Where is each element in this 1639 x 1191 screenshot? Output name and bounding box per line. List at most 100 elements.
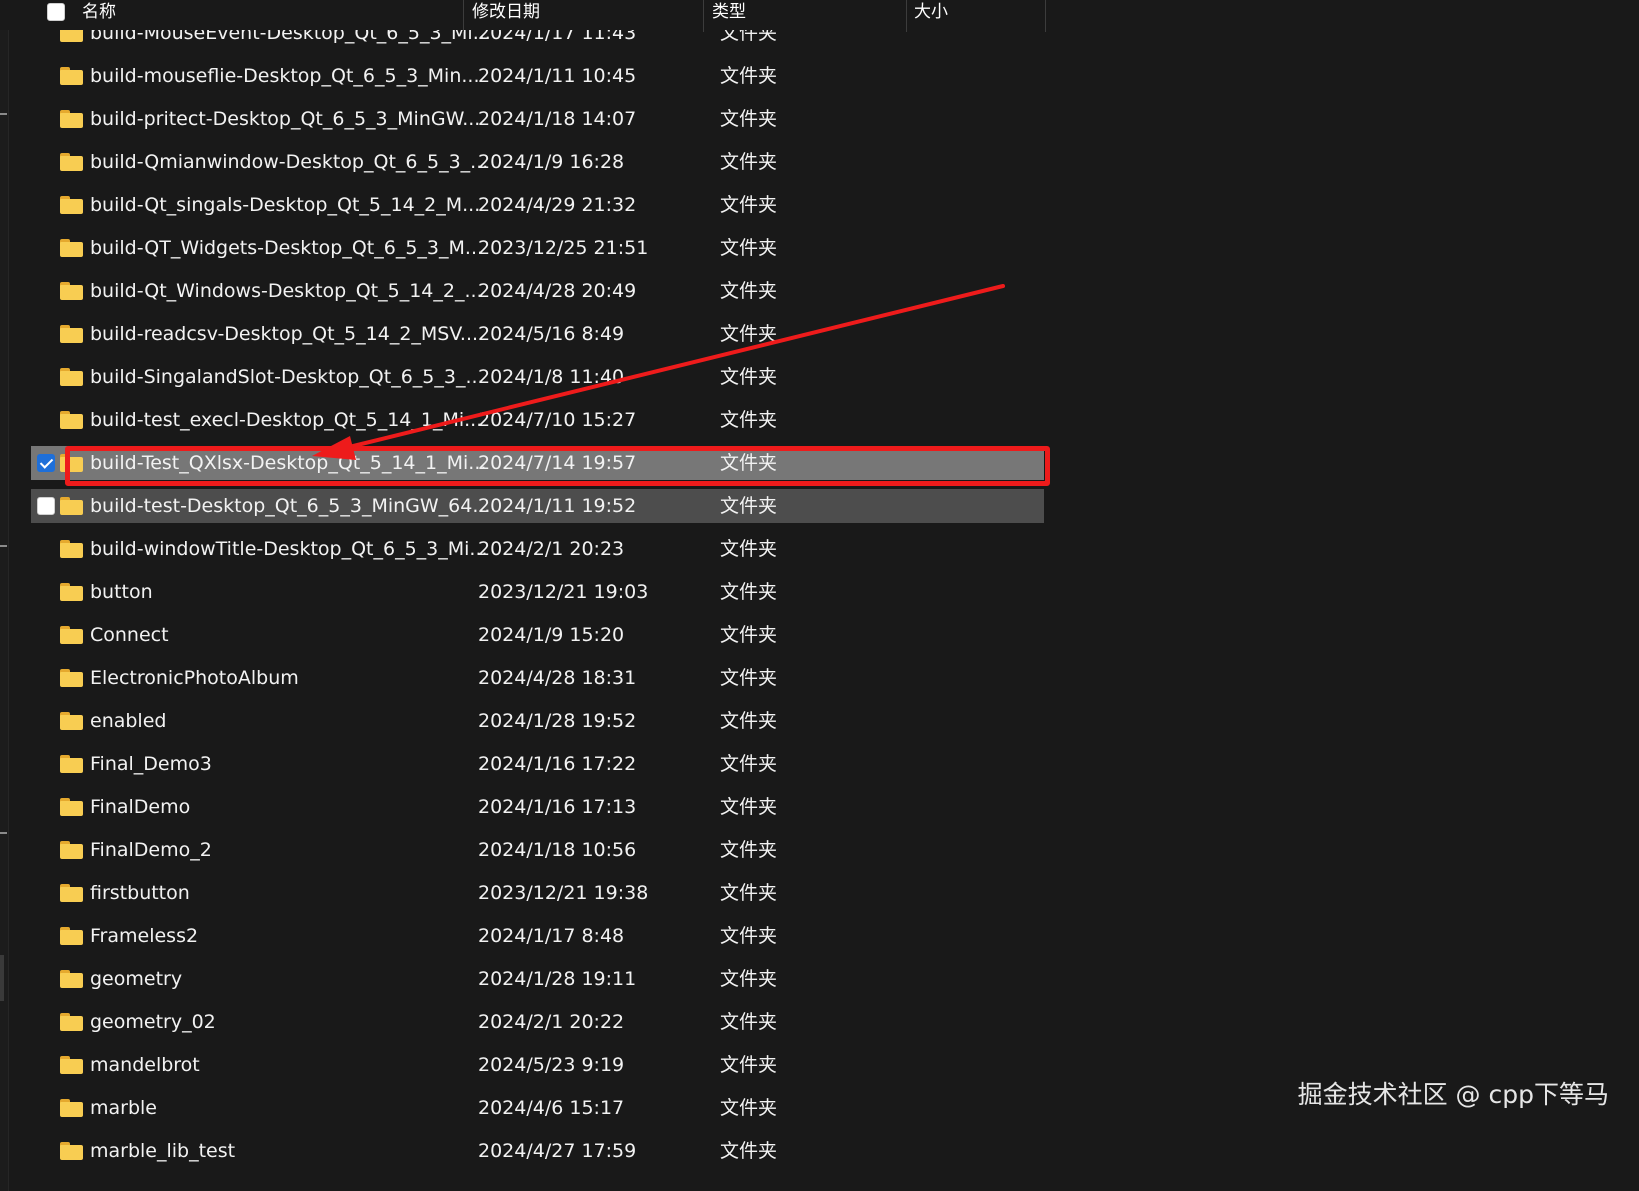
table-row[interactable]: build-mouseflie-Desktop_Qt_6_5_3_Min... 2… [31,59,1044,93]
file-name[interactable]: mandelbrot [90,1048,200,1082]
folder-icon [60,583,83,601]
modified-date: 2024/1/18 10:56 [478,839,637,861]
table-row[interactable]: build-pritect-Desktop_Qt_6_5_3_MinGW... 2… [31,102,1044,136]
table-row[interactable]: build-Qt_Windows-Desktop_Qt_5_14_2_... 20… [31,274,1044,308]
column-divider[interactable] [463,0,464,32]
row-checkbox[interactable] [37,454,55,472]
table-row[interactable]: build-windowTitle-Desktop_Qt_6_5_3_Mi...… [31,532,1044,566]
file-type: 文件夹 [720,1140,778,1162]
table-row[interactable]: marble 2024/4/6 15:17 文件夹 [31,1091,1044,1125]
file-name[interactable]: build-QT_Widgets-Desktop_Qt_6_5_3_M... [90,231,483,265]
table-row[interactable]: marble_lib_test 2024/4/27 17:59 文件夹 [31,1134,1044,1168]
table-row[interactable]: build-QT_Widgets-Desktop_Qt_6_5_3_M... 20… [31,231,1044,265]
modified-date: 2024/1/16 17:22 [478,753,637,775]
file-name[interactable]: build-test_execl-Desktop_Qt_5_14_1_Mi... [90,403,482,437]
file-name[interactable]: build-Qt_singals-Desktop_Qt_5_14_2_M... [90,188,480,222]
file-type: 文件夹 [720,1097,778,1119]
file-name[interactable]: Frameless2 [90,919,198,953]
table-row[interactable]: build-test-Desktop_Qt_6_5_3_MinGW_64... 2… [31,489,1044,523]
table-row[interactable]: build-Qt_singals-Desktop_Qt_5_14_2_M... 2… [31,188,1044,222]
row-checkbox[interactable] [37,497,55,515]
column-divider[interactable] [703,0,704,32]
column-type-header[interactable]: 类型 [712,0,892,30]
file-name[interactable]: Connect [90,618,169,652]
file-type: 文件夹 [720,409,778,431]
select-all-checkbox[interactable] [47,3,65,21]
column-date-header[interactable]: 修改日期 [472,0,692,30]
modified-date: 2024/1/11 10:45 [478,65,637,87]
table-row[interactable]: enabled 2024/1/28 19:52 文件夹 [31,704,1044,738]
file-name[interactable]: firstbutton [90,876,190,910]
modified-date: 2024/1/9 15:20 [478,624,625,646]
modified-date: 2024/4/28 18:31 [478,667,637,689]
folder-icon [60,1056,83,1074]
table-row[interactable]: geometry_02 2024/2/1 20:22 文件夹 [31,1005,1044,1039]
file-type: 文件夹 [720,925,778,947]
folder-icon [60,927,83,945]
table-row[interactable]: FinalDemo 2024/1/16 17:13 文件夹 [31,790,1044,824]
folder-icon [60,411,83,429]
modified-date: 2024/2/1 20:23 [478,538,625,560]
file-name[interactable]: ElectronicPhotoAlbum [90,661,299,695]
file-type: 文件夹 [720,667,778,689]
table-row[interactable]: build-Qmianwindow-Desktop_Qt_6_5_3_... 20… [31,145,1044,179]
modified-date: 2024/1/16 17:13 [478,796,637,818]
file-type: 文件夹 [720,237,778,259]
folder-icon [60,712,83,730]
modified-date: 2023/12/21 19:03 [478,581,649,603]
modified-date: 2024/4/27 17:59 [478,1140,637,1162]
folder-icon [60,196,83,214]
file-type: 文件夹 [720,366,778,388]
file-name[interactable]: build-readcsv-Desktop_Qt_5_14_2_MSV... [90,317,478,351]
column-size-header[interactable]: 大小 [914,0,1034,30]
file-name[interactable]: marble [90,1091,157,1125]
file-type: 文件夹 [720,624,778,646]
table-row[interactable]: Frameless2 2024/1/17 8:48 文件夹 [31,919,1044,953]
file-type: 文件夹 [720,65,778,87]
table-row[interactable]: build-test_execl-Desktop_Qt_5_14_1_Mi...… [31,403,1044,437]
file-name[interactable]: build-Qt_Windows-Desktop_Qt_5_14_2_... [90,274,483,308]
file-name[interactable]: button [90,575,153,609]
table-row[interactable]: geometry 2024/1/28 19:11 文件夹 [31,962,1044,996]
file-name[interactable]: geometry_02 [90,1005,216,1039]
column-name-header[interactable]: 名称 [82,0,462,30]
folder-icon [60,368,83,386]
file-type: 文件夹 [720,194,778,216]
file-type: 文件夹 [720,1054,778,1076]
table-row[interactable]: Final_Demo3 2024/1/16 17:22 文件夹 [31,747,1044,781]
modified-date: 2024/5/16 8:49 [478,323,625,345]
file-name[interactable]: build-test-Desktop_Qt_6_5_3_MinGW_64... [90,489,490,523]
file-name[interactable]: build-windowTitle-Desktop_Qt_6_5_3_Mi... [90,532,488,566]
file-name[interactable]: FinalDemo_2 [90,833,212,867]
file-name[interactable]: enabled [90,704,166,738]
file-name[interactable]: build-pritect-Desktop_Qt_6_5_3_MinGW... [90,102,480,136]
file-name[interactable]: Final_Demo3 [90,747,212,781]
column-divider[interactable] [906,0,907,32]
folder-icon [60,798,83,816]
table-row[interactable]: FinalDemo_2 2024/1/18 10:56 文件夹 [31,833,1044,867]
column-header: 名称 修改日期 类型 大小 [0,0,1639,32]
folder-icon [60,1013,83,1031]
file-name[interactable]: FinalDemo [90,790,190,824]
folder-icon [60,239,83,257]
table-row[interactable]: button 2023/12/21 19:03 文件夹 [31,575,1044,609]
table-row[interactable]: Connect 2024/1/9 15:20 文件夹 [31,618,1044,652]
table-row[interactable]: build-SingalandSlot-Desktop_Qt_6_5_3_...… [31,360,1044,394]
table-row[interactable]: build-readcsv-Desktop_Qt_5_14_2_MSV... 20… [31,317,1044,351]
file-type: 文件夹 [720,882,778,904]
folder-icon [60,884,83,902]
file-name[interactable]: marble_lib_test [90,1134,235,1168]
folder-icon [60,67,83,85]
file-name[interactable]: build-mouseflie-Desktop_Qt_6_5_3_Min... [90,59,480,93]
file-list: build-MouseEvent-Desktop_Qt_6_5_3_Mi... 2… [0,0,1639,1191]
file-type: 文件夹 [720,839,778,861]
file-name[interactable]: build-Qmianwindow-Desktop_Qt_6_5_3_... [90,145,488,179]
table-row[interactable]: firstbutton 2023/12/21 19:38 文件夹 [31,876,1044,910]
column-divider[interactable] [1045,0,1046,32]
folder-icon [60,841,83,859]
file-name[interactable]: build-SingalandSlot-Desktop_Qt_6_5_3_... [90,360,484,394]
table-row[interactable]: ElectronicPhotoAlbum 2024/4/28 18:31 文件夹 [31,661,1044,695]
file-name[interactable]: geometry [90,962,182,996]
folder-icon [60,497,83,515]
table-row[interactable]: mandelbrot 2024/5/23 9:19 文件夹 [31,1048,1044,1082]
